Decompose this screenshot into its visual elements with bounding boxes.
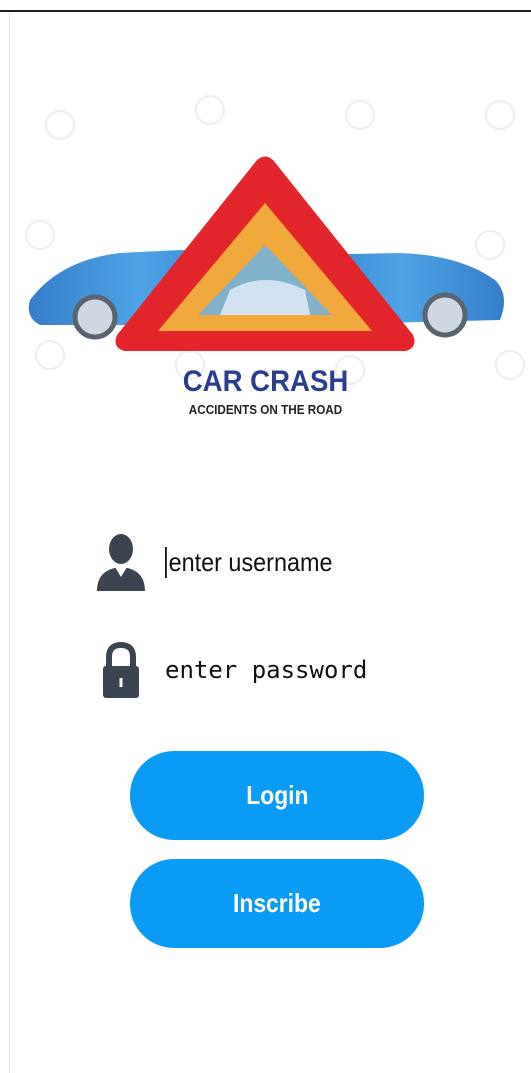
inscribe-button[interactable]: Inscribe — [130, 859, 424, 948]
username-row — [95, 527, 455, 597]
window-top-border — [0, 0, 531, 12]
logo-title: CAR CRASH — [182, 365, 349, 398]
lock-icon — [95, 639, 147, 701]
password-input[interactable] — [165, 656, 445, 684]
login-button-label: Login — [245, 780, 309, 810]
window-left-border — [0, 12, 10, 1073]
inscribe-button-label: Inscribe — [233, 888, 321, 918]
person-icon — [95, 531, 147, 593]
password-row — [95, 635, 455, 705]
username-input[interactable] — [165, 546, 421, 578]
login-button[interactable]: Login — [130, 751, 424, 840]
logo-subtitle: ACCIDENTS ON THE ROAD — [188, 402, 343, 417]
